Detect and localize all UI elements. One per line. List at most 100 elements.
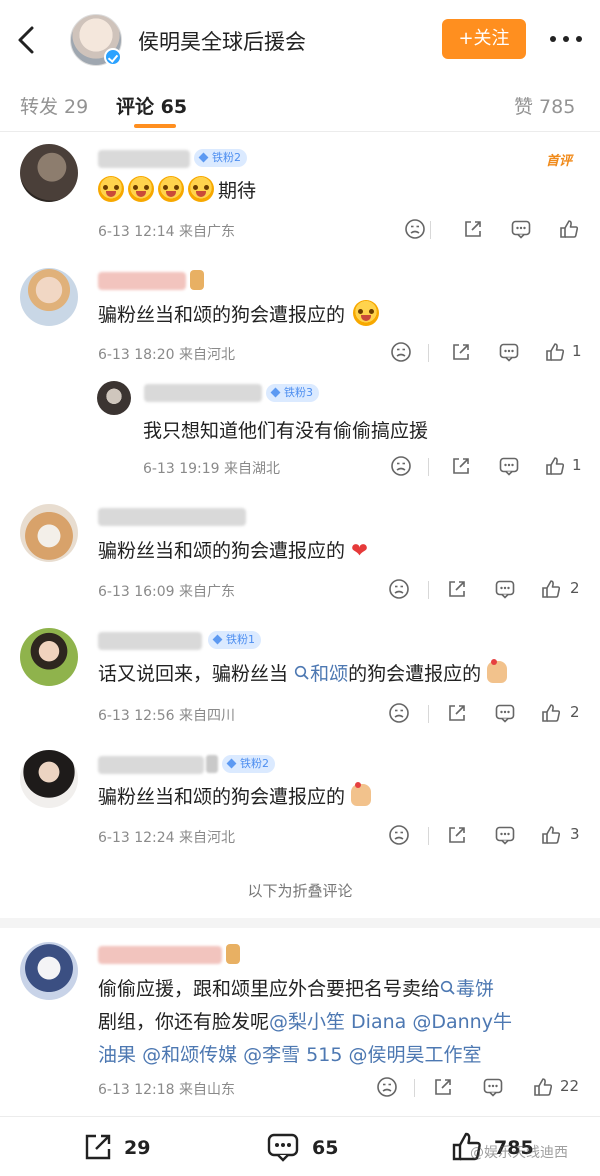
- like-count: 1: [572, 456, 582, 474]
- reply-icon[interactable]: [494, 578, 516, 600]
- comment-actions: [380, 218, 590, 242]
- reply-user-avatar[interactable]: [97, 381, 131, 415]
- topic-link[interactable]: 和颂: [310, 663, 348, 685]
- username-blurred[interactable]: [98, 946, 222, 964]
- comment-meta: 6-13 12:18 来自山东: [98, 1082, 236, 1098]
- comment-count: 65: [312, 1137, 339, 1159]
- like-icon[interactable]: [540, 702, 562, 724]
- fan-level-badge: 铁粉2: [194, 149, 247, 167]
- reply-icon[interactable]: [494, 824, 516, 846]
- comment-text-content: 的狗会遭报应的: [348, 663, 482, 685]
- tab-comments[interactable]: 评论 65: [116, 92, 187, 119]
- like-icon[interactable]: [532, 1076, 554, 1098]
- folded-comments-note[interactable]: 以下为折叠评论: [0, 880, 600, 901]
- like-count: 3: [570, 825, 580, 843]
- mention-link[interactable]: @Danny牛: [412, 1011, 512, 1033]
- dislike-icon[interactable]: [388, 824, 410, 846]
- emoji-face-icon: [188, 176, 214, 202]
- comment-icon[interactable]: [266, 1131, 300, 1163]
- reply-icon[interactable]: [482, 1076, 504, 1098]
- search-topic-icon: [440, 980, 456, 996]
- comment-actions: 1: [388, 341, 598, 365]
- user-avatar[interactable]: [20, 750, 78, 808]
- reply-actions: 1: [388, 455, 598, 479]
- section-divider: [0, 918, 600, 928]
- share-icon[interactable]: [450, 341, 472, 363]
- divider: [428, 581, 429, 599]
- reply-username-blurred[interactable]: [144, 384, 262, 402]
- comment-actions: 2: [388, 578, 598, 602]
- comment-text: 偷偷应援，跟和颂里应外合要把名号卖给 毒饼 剧组，你还有脸发呢@梨小笙 Diana…: [98, 975, 578, 1070]
- like-count: 2: [570, 703, 580, 721]
- watermark: @娱乐天线迪西: [470, 1145, 568, 1161]
- user-avatar[interactable]: [20, 942, 78, 1000]
- mention-link[interactable]: 油果: [98, 1044, 136, 1066]
- like-icon[interactable]: [540, 824, 562, 846]
- user-avatar[interactable]: [20, 628, 78, 686]
- comment-actions: 3: [388, 824, 598, 848]
- comment-text: 话又说回来，骗粉丝当 和颂的狗会遭报应的: [98, 659, 508, 689]
- comment-text-content: 话又说回来，骗粉丝当: [98, 663, 289, 685]
- share-icon[interactable]: [446, 824, 468, 846]
- dislike-icon[interactable]: [404, 218, 426, 240]
- tab-likes[interactable]: 赞 785: [514, 92, 575, 119]
- share-icon[interactable]: [450, 455, 472, 477]
- like-icon[interactable]: [544, 341, 566, 363]
- username-blurred[interactable]: [98, 272, 186, 290]
- mention-link[interactable]: @梨小笙 Diana: [269, 1011, 406, 1033]
- mention-link[interactable]: @侯明昊工作室: [348, 1044, 481, 1066]
- like-count: 22: [560, 1077, 580, 1095]
- hand-badge-icon: [226, 944, 240, 964]
- divider: [428, 344, 429, 362]
- dislike-icon[interactable]: [388, 578, 410, 600]
- user-avatar[interactable]: [20, 268, 78, 326]
- heart-emoji-icon: ❤: [351, 538, 368, 562]
- comment-text: 期待: [98, 176, 256, 206]
- username-blurred[interactable]: [98, 756, 204, 774]
- comment-meta: 6-13 18:20 来自河北: [98, 347, 236, 363]
- hand-badge-icon: [190, 270, 204, 290]
- follow-button[interactable]: +关注: [442, 19, 526, 59]
- comment-line: 剧组，你还有脸发呢@梨小笙 Diana @Danny牛: [98, 1008, 578, 1037]
- dislike-icon[interactable]: [376, 1076, 398, 1098]
- share-icon[interactable]: [446, 578, 468, 600]
- reply-meta: 6-13 19:19 来自湖北: [143, 461, 281, 477]
- reply-icon[interactable]: [498, 341, 520, 363]
- reply-icon[interactable]: [498, 455, 520, 477]
- share-icon[interactable]: [432, 1076, 454, 1098]
- username-blurred[interactable]: [98, 508, 246, 526]
- reply-icon[interactable]: [510, 218, 532, 240]
- emoji-smirk-icon: [353, 300, 380, 326]
- dislike-icon[interactable]: [390, 455, 412, 477]
- username-blurred[interactable]: [98, 632, 202, 650]
- comment-actions: 22: [376, 1076, 586, 1100]
- mention-link[interactable]: @和颂传媒: [142, 1044, 237, 1066]
- more-options-icon[interactable]: [548, 28, 584, 48]
- page-title: 侯明昊全球后援会: [138, 30, 306, 54]
- dislike-icon[interactable]: [390, 341, 412, 363]
- search-topic-icon: [294, 665, 310, 681]
- reply-icon[interactable]: [494, 702, 516, 724]
- share-icon[interactable]: [462, 218, 484, 240]
- like-icon[interactable]: [558, 218, 580, 240]
- tab-reposts[interactable]: 转发 29: [20, 92, 88, 119]
- mention-link[interactable]: @李雪 515: [243, 1044, 342, 1066]
- like-icon[interactable]: [540, 578, 562, 600]
- back-arrow-icon[interactable]: [14, 24, 38, 56]
- comment-text-content: 偷偷应援，跟和颂里应外合要把名号卖给: [98, 978, 441, 1000]
- comment-text: 骗粉丝当和颂的狗会遭报应的: [98, 300, 383, 330]
- user-avatar[interactable]: [20, 504, 78, 562]
- emoji-face-icon: [158, 176, 184, 202]
- user-avatar[interactable]: [20, 144, 78, 202]
- share-icon[interactable]: [446, 702, 468, 724]
- comment-text-content: 骗粉丝当和颂的狗会遭报应的: [98, 304, 346, 326]
- like-count: 1: [572, 342, 582, 360]
- divider: [414, 1079, 415, 1097]
- repost-icon[interactable]: [82, 1131, 114, 1163]
- like-icon[interactable]: [544, 455, 566, 477]
- username-blurred[interactable]: [98, 150, 190, 168]
- topic-link[interactable]: 毒饼: [456, 978, 494, 1000]
- dislike-icon[interactable]: [388, 702, 410, 724]
- finger-heart-emoji-icon: [487, 659, 508, 683]
- comment-text: 骗粉丝当和颂的狗会遭报应的: [98, 782, 372, 812]
